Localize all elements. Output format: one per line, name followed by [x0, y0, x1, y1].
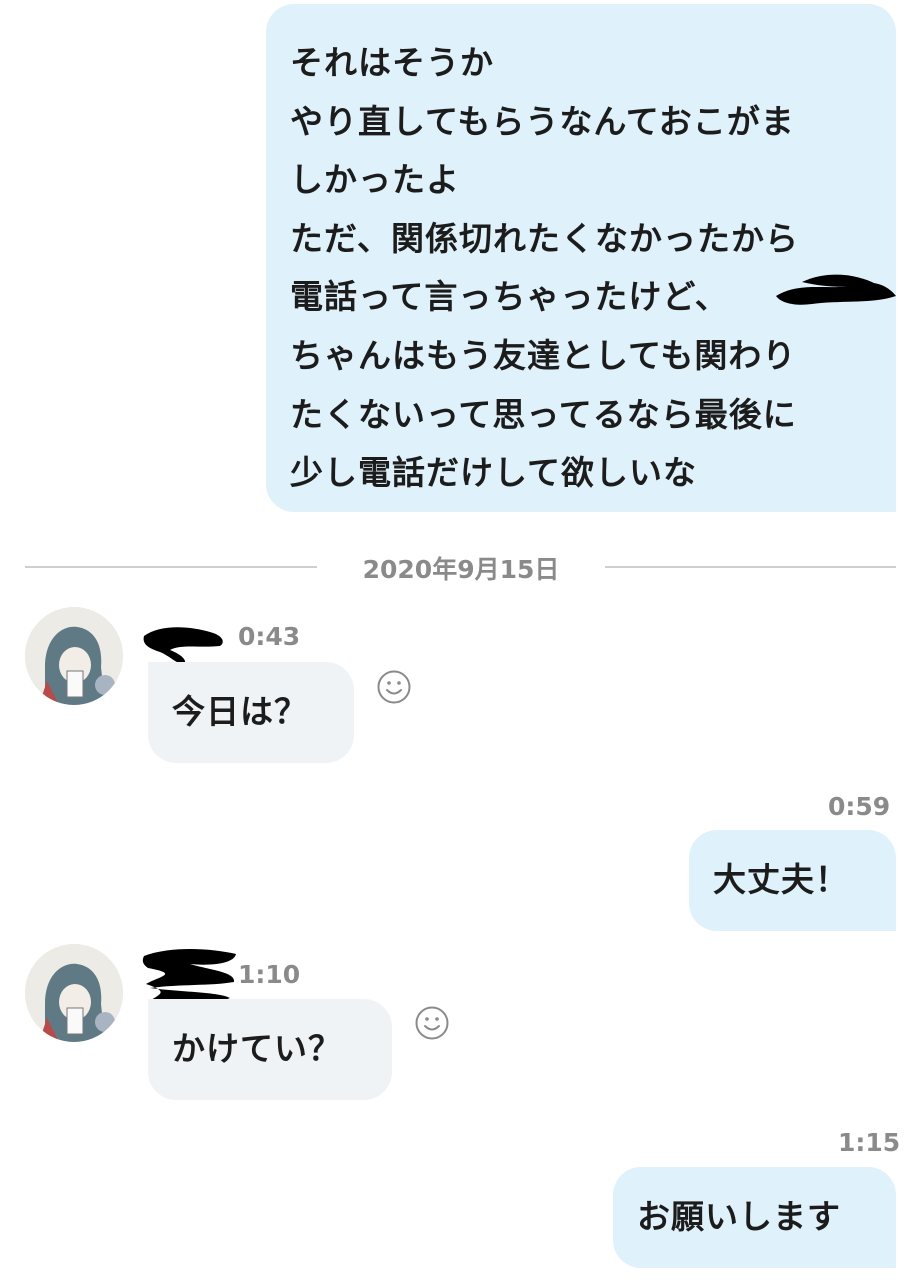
message-timestamp: 0:59 [828, 792, 891, 821]
message-line: それはそうか [290, 43, 494, 82]
add-reaction-smiley-icon[interactable] [377, 670, 411, 704]
avatar[interactable] [25, 944, 123, 1042]
message-line: しかったよ [290, 160, 460, 200]
message-timestamp: 1:15 [838, 1128, 901, 1157]
redaction-mark [143, 627, 223, 664]
message-text: 今日は？ [172, 692, 308, 731]
chat-thread: それはそうか やり直してもらうなんておこがま しかったよ ただ、関係切れたくなか… [0, 0, 921, 1280]
add-reaction-smiley-icon[interactable] [415, 1006, 449, 1040]
received-message-bubble[interactable]: かけてい？ [148, 999, 392, 1100]
message-line: 少し電話だけして欲しいな [290, 453, 698, 493]
message-line: たくないって思ってるなら最後に [290, 394, 797, 434]
date-divider-left [25, 566, 317, 568]
sent-message-bubble[interactable]: 大丈夫！ [689, 830, 896, 931]
message-text: お願いします [637, 1197, 841, 1236]
message-text: かけてい？ [172, 1029, 342, 1068]
received-message-bubble[interactable]: 今日は？ [148, 662, 354, 763]
user-avatar-icon [25, 944, 123, 1042]
redaction-mark [776, 274, 896, 305]
message-text: 大丈夫！ [713, 860, 849, 899]
message-timestamp: 1:10 [238, 960, 301, 989]
message-timestamp: 0:43 [238, 622, 301, 651]
message-line: ただ、関係切れたくなかったから [290, 218, 800, 258]
sent-message-bubble[interactable]: それはそうか やり直してもらうなんておこがま しかったよ ただ、関係切れたくなか… [266, 4, 896, 512]
date-separator: 2020年9月15日 [362, 555, 560, 584]
date-divider-right [605, 566, 896, 568]
message-line: ちゃんはもう友達としても関わり [290, 335, 797, 375]
sent-message-bubble[interactable]: お願いします [613, 1167, 896, 1268]
message-line: やり直してもらうなんておこがま [290, 101, 795, 141]
avatar[interactable] [25, 607, 123, 705]
user-avatar-icon [25, 607, 123, 705]
